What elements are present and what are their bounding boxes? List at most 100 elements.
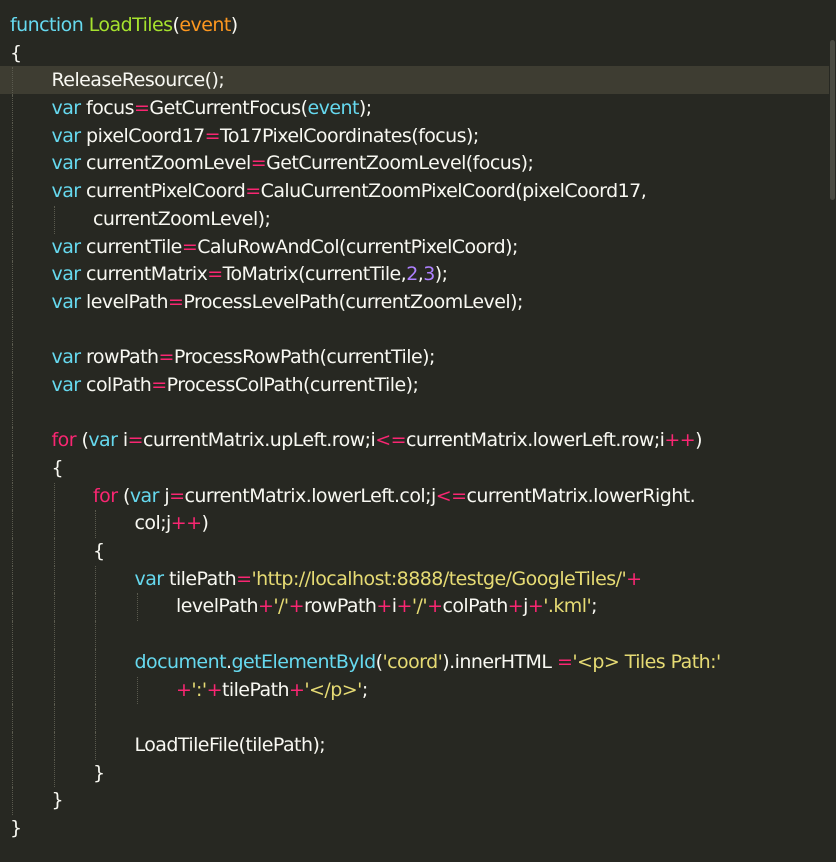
code-token: tilePath <box>221 678 290 701</box>
code-token: currentZoomLevel); <box>93 207 271 230</box>
code-token: = <box>158 346 175 369</box>
code-line[interactable]: } <box>10 815 836 843</box>
code-line[interactable] <box>10 621 836 649</box>
indent-guide <box>12 593 13 622</box>
code-token: = <box>169 484 185 507</box>
code-line[interactable]: document.getElementById('coord').innerHT… <box>10 648 836 677</box>
code-line[interactable]: } <box>10 787 836 815</box>
indent-guide <box>12 344 13 372</box>
indent-guide <box>95 621 96 649</box>
indent-guide <box>12 759 13 788</box>
code-line[interactable]: ReleaseResource(); <box>10 67 836 96</box>
code-token: } <box>51 789 64 812</box>
code-token: ( <box>75 429 89 452</box>
indent-guide <box>95 565 96 594</box>
code-line[interactable]: { <box>10 538 836 566</box>
code-line[interactable]: var colPath=ProcessColPath(currentTile); <box>10 371 836 400</box>
code-token: tilePath <box>163 567 237 590</box>
code-token: focus <box>80 97 135 120</box>
code-token: currentMatrix.upLeft.row;i <box>143 429 376 452</box>
code-token: CaluCurrentZoomPixelCoord(pixelCoord17, <box>260 180 647 203</box>
code-token: 'coord' <box>382 650 443 673</box>
code-token: GetCurrentFocus( <box>149 97 308 120</box>
code-token: currentTile <box>80 235 182 258</box>
indent-guide <box>12 233 13 262</box>
code-token: ) <box>695 429 703 452</box>
code-token: + <box>626 567 642 590</box>
code-token: = <box>168 290 184 313</box>
code-token: GetCurrentZoomLevel(focus); <box>266 152 534 175</box>
indent-guide <box>136 593 138 622</box>
code-line[interactable]: col;j++) <box>10 510 836 539</box>
code-token: var <box>51 346 82 369</box>
indent-guide <box>12 482 13 511</box>
code-token: '/' <box>273 595 289 618</box>
code-token: var <box>129 484 160 507</box>
scrollbar-thumb[interactable] <box>830 40 835 200</box>
code-line[interactable]: function LoadTiles(event) <box>10 12 836 40</box>
code-token: var <box>51 290 82 313</box>
code-token: ( <box>117 484 130 507</box>
code-line[interactable]: var rowPath=ProcessRowPath(currentTile); <box>10 344 836 372</box>
code-line[interactable]: var currentTile=CaluRowAndCol(currentPix… <box>10 233 836 262</box>
code-token: '.kml' <box>543 595 592 618</box>
indent-guide <box>12 178 13 206</box>
code-line[interactable]: LoadTileFile(tilePath); <box>10 731 836 760</box>
code-token: rowPath <box>80 346 159 369</box>
code-token: + <box>206 678 223 701</box>
indent-guide <box>53 621 55 649</box>
code-token: colPath <box>442 595 508 618</box>
code-line[interactable] <box>10 316 836 345</box>
code-line[interactable]: for (var i=currentMatrix.upLeft.row;i<=c… <box>10 427 836 455</box>
code-token: var <box>51 180 82 203</box>
code-token: ++ <box>664 429 696 452</box>
code-token: ReleaseResource(); <box>51 69 225 92</box>
code-token: ProcessLevelPath(currentZoomLevel); <box>183 290 523 313</box>
code-token: ':' <box>191 678 207 701</box>
vertical-scrollbar[interactable] <box>829 0 836 862</box>
code-token: { <box>93 540 105 563</box>
code-line[interactable]: { <box>10 40 836 68</box>
code-line[interactable]: var focus=GetCurrentFocus(event); <box>10 95 836 123</box>
code-line[interactable] <box>10 704 836 732</box>
indent-guide <box>12 67 13 96</box>
code-token: = <box>181 235 198 258</box>
indent-guide <box>53 704 55 732</box>
code-line[interactable]: currentZoomLevel); <box>10 205 836 234</box>
indent-guide <box>12 676 13 705</box>
code-area[interactable]: function LoadTiles(event){ReleaseResourc… <box>10 12 836 843</box>
code-line[interactable]: levelPath+'/'+rowPath+i+'/'+colPath+j+'.… <box>10 593 836 622</box>
code-line[interactable]: var pixelCoord17=To17PixelCoordinates(fo… <box>10 122 836 151</box>
code-line[interactable]: +':'+tilePath+'</p>'; <box>10 676 836 705</box>
code-token: = <box>245 180 261 203</box>
indent-guide <box>53 538 55 566</box>
code-token: <= <box>435 484 467 507</box>
code-line[interactable]: { <box>10 455 836 483</box>
code-token: ToMatrix(currentTile, <box>222 263 407 286</box>
code-line[interactable]: var levelPath=ProcessLevelPath(currentZo… <box>10 288 836 317</box>
indent-guide <box>53 593 55 622</box>
code-token: + <box>289 678 305 701</box>
code-token: currentMatrix <box>80 263 208 286</box>
code-token: + <box>288 595 305 618</box>
code-line[interactable]: var currentPixelCoord=CaluCurrentZoomPix… <box>10 178 836 206</box>
indent-guide <box>53 205 55 234</box>
indent-guide <box>53 510 55 539</box>
indent-guide <box>53 676 55 705</box>
code-token: ProcessRowPath(currentTile); <box>173 346 436 369</box>
code-line[interactable]: } <box>10 759 836 788</box>
indent-guide <box>95 593 96 622</box>
indent-guide <box>12 122 13 151</box>
code-line[interactable]: var currentMatrix=ToMatrix(currentTile,2… <box>10 261 836 289</box>
code-line[interactable]: var currentZoomLevel=GetCurrentZoomLevel… <box>10 150 836 179</box>
code-token: = <box>236 567 252 590</box>
code-editor[interactable]: function LoadTiles(event){ReleaseResourc… <box>0 0 836 862</box>
code-line[interactable]: for (var j=currentMatrix.lowerLeft.col;j… <box>10 482 836 511</box>
code-token: rowPath <box>303 595 377 618</box>
indent-guide <box>95 510 96 539</box>
code-token: var <box>134 567 165 590</box>
code-line[interactable]: var tilePath='http://localhost:8888/test… <box>10 565 836 594</box>
code-token: ) <box>230 14 238 36</box>
code-token: getElementById <box>231 650 376 673</box>
code-line[interactable] <box>10 399 836 428</box>
